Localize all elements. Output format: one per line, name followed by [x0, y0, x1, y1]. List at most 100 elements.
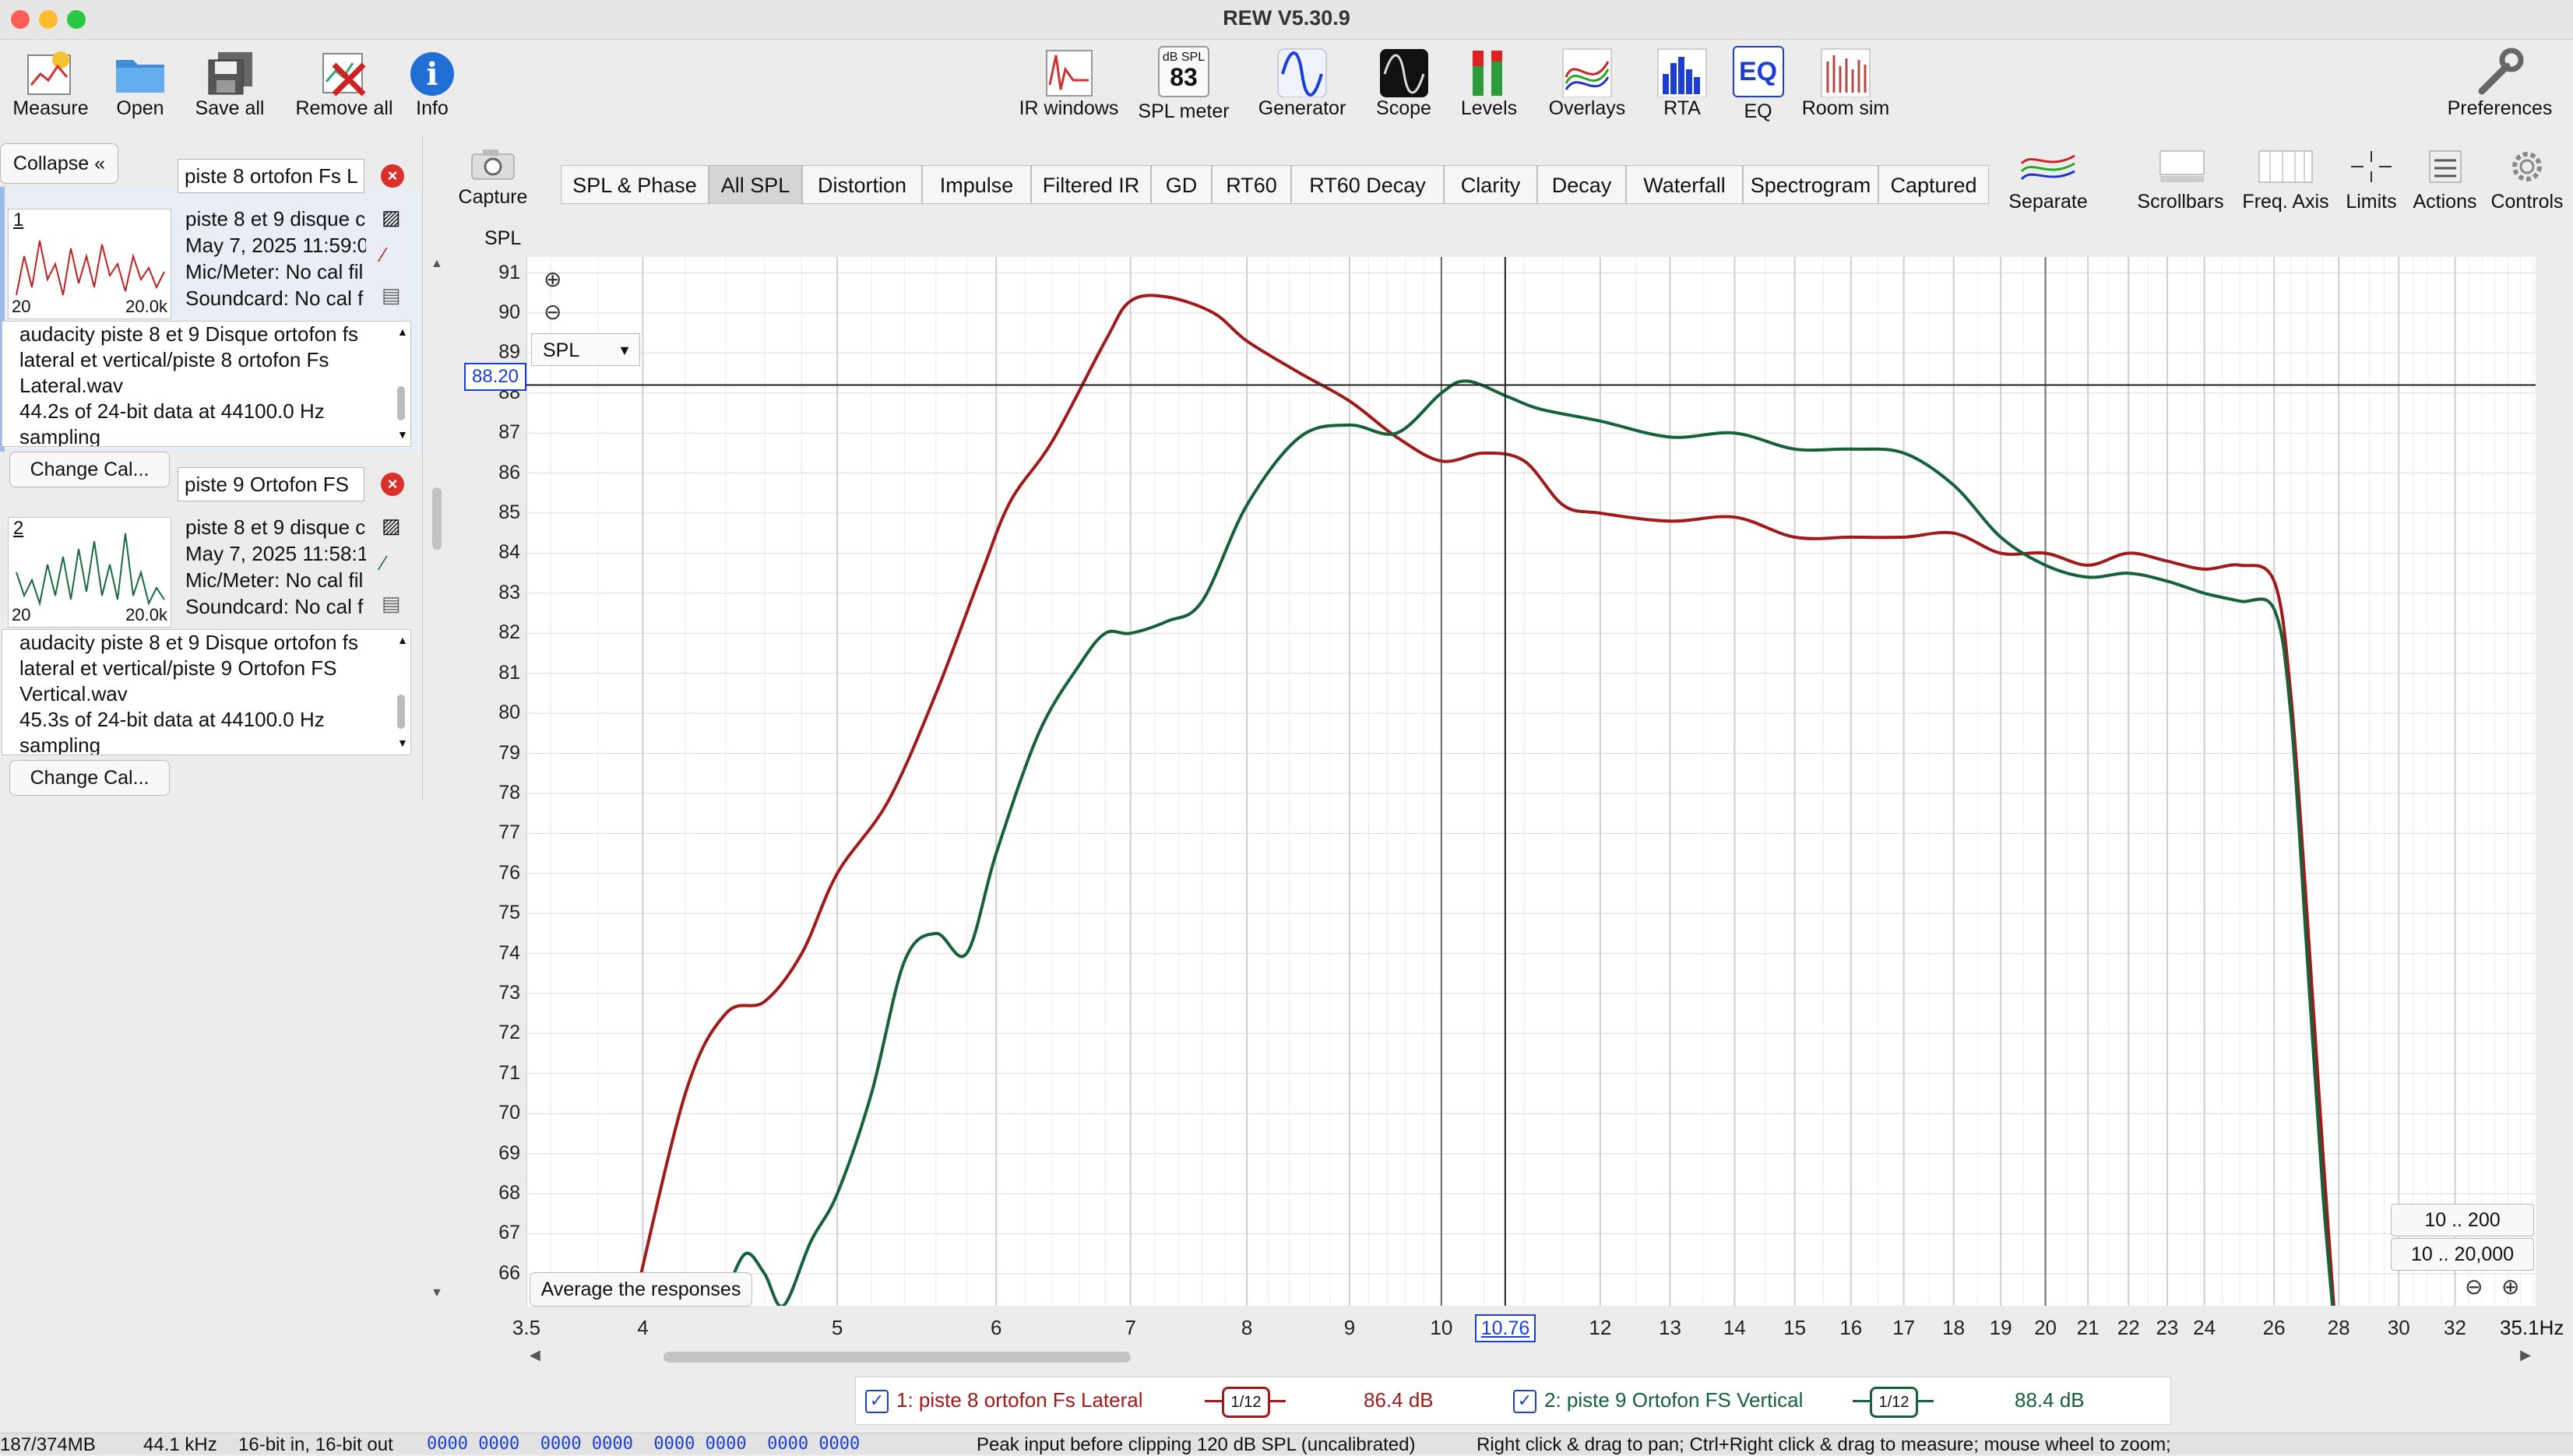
scope-button[interactable]: Scope	[1367, 46, 1441, 120]
zoom-in-icon[interactable]: ⊕	[544, 266, 561, 292]
measurement-2-color-icon[interactable]: ▨	[382, 514, 401, 538]
measurement-2-name-field[interactable]: piste 9 Ortofon FS	[178, 467, 364, 501]
measurement-1-pen-icon[interactable]: ⁄	[382, 243, 385, 267]
spl-graph[interactable]	[526, 257, 2536, 1306]
overlays-button[interactable]: Overlays	[1540, 46, 1634, 120]
limits-icon	[2351, 151, 2392, 182]
measurement-1-change-cal-button[interactable]: Change Cal...	[9, 452, 170, 487]
x-tick-label: 30	[2387, 1316, 2410, 1339]
measurement-1-thumbnail[interactable]: 1 20 20.0k	[8, 209, 171, 319]
x-tick-label: 32	[2444, 1316, 2466, 1339]
rta-icon	[1657, 48, 1707, 97]
y-axis-selector[interactable]: SPL ▼	[531, 333, 640, 366]
main-toolbar: Measure Open Save all Remove all i Info …	[0, 40, 2573, 133]
gear-icon	[2512, 152, 2542, 181]
ir-windows-button[interactable]: IR windows	[1012, 46, 1125, 120]
range-10-20000-button[interactable]: 10 .. 20,000	[2391, 1238, 2534, 1271]
collapse-button[interactable]: Collapse «	[0, 143, 118, 184]
x-tick-label: 21	[2076, 1316, 2100, 1339]
generator-button[interactable]: Generator	[1251, 46, 1353, 120]
y-tick-label: 82	[498, 621, 520, 644]
y-tick-label: 73	[498, 981, 520, 1004]
rta-button[interactable]: RTA	[1651, 46, 1713, 120]
tab-clarity[interactable]: Clarity	[1444, 165, 1537, 204]
tab-filtered-ir[interactable]: Filtered IR	[1031, 165, 1151, 204]
preferences-button[interactable]: Preferences	[2437, 46, 2562, 120]
series-1-checkbox[interactable]: ✓	[865, 1390, 889, 1413]
spl-meter-button[interactable]: dB SPL 83 SPL meter	[1133, 46, 1234, 123]
series-1-smoothing[interactable]: 1/12	[1205, 1384, 1286, 1418]
remove-all-button[interactable]: Remove all	[290, 46, 399, 120]
measurement-1-remove-icon[interactable]: ×	[381, 164, 404, 188]
series-2-checkbox[interactable]: ✓	[1513, 1390, 1536, 1413]
tab-impulse[interactable]: Impulse	[922, 165, 1031, 204]
tab-waterfall[interactable]: Waterfall	[1626, 165, 1743, 204]
measurement-2-thumbnail[interactable]: 2 20 20.0k	[8, 517, 171, 628]
y-tick-label: 86	[498, 461, 520, 484]
tab-gd[interactable]: GD	[1151, 165, 1212, 204]
plot-horizontal-scrollbar[interactable]: ◀ ▶	[530, 1347, 2531, 1367]
panel-scrollbar[interactable]: ▲ ▼	[428, 257, 445, 1308]
y-tick-label: 85	[498, 501, 520, 524]
tab-rt60[interactable]: RT60	[1212, 165, 1291, 204]
separate-button[interactable]: Separate	[1998, 148, 2099, 213]
room-sim-button[interactable]: Room sim	[1795, 46, 1896, 120]
spl-graph-canvas[interactable]	[526, 257, 2536, 1306]
x-tick-label: 9	[1343, 1316, 1356, 1339]
scrollbars-button[interactable]: Scrollbars	[2130, 148, 2231, 213]
bit-readout-status: 0000 0000 0000 0000 0000 0000 0000 0000	[427, 1434, 861, 1454]
measurement-2-change-cal-button[interactable]: Change Cal...	[9, 760, 170, 796]
limits-button[interactable]: Limits	[2336, 148, 2406, 213]
series-2-curve[interactable]	[724, 379, 2339, 1306]
y-tick-label: 79	[498, 741, 520, 764]
tab-captured[interactable]: Captured	[1878, 165, 1989, 204]
actions-button[interactable]: Actions	[2408, 148, 2482, 213]
double-chevron-left-icon: «	[94, 153, 106, 174]
tab-all-spl[interactable]: All SPL	[709, 165, 802, 204]
y-tick-label: 68	[498, 1182, 520, 1205]
x-tick-label: 4	[637, 1316, 649, 1339]
info-button[interactable]: i Info	[405, 46, 459, 120]
x-tick-label: 10	[1430, 1316, 1453, 1339]
capture-button[interactable]: Capture	[458, 146, 528, 209]
tab-spl-phase[interactable]: SPL & Phase	[561, 165, 709, 204]
x-tick-label: 24	[2193, 1316, 2216, 1339]
x-zoom-out-icon[interactable]: ⊖	[2465, 1274, 2483, 1299]
hint-status: Right click & drag to pan; Ctrl+Right cl…	[1477, 1434, 2171, 1455]
x-zoom-in-icon[interactable]: ⊕	[2501, 1274, 2519, 1299]
y-tick-label: 77	[498, 821, 520, 844]
save-all-button[interactable]: Save all	[187, 46, 273, 120]
series-2-smoothing[interactable]: 1/12	[1853, 1384, 1934, 1418]
range-10-200-button[interactable]: 10 .. 200	[2391, 1204, 2534, 1236]
tab-decay[interactable]: Decay	[1537, 165, 1626, 204]
x-tick-label: 6	[990, 1316, 1002, 1339]
measurement-2-notes-icon[interactable]: ▤	[382, 592, 401, 616]
measurement-1-name-field[interactable]: piste 8 ortofon Fs L	[178, 159, 364, 193]
y-tick-label: 83	[498, 581, 520, 603]
tab-spectrogram[interactable]: Spectrogram	[1743, 165, 1878, 204]
measurement-1-notes: audacity piste 8 et 9 Disque ortofon fs …	[2, 321, 411, 447]
measure-button[interactable]: Measure	[8, 46, 93, 120]
measurement-2-notes-scrollbar[interactable]: ▲ ▼	[394, 634, 408, 751]
tab-distortion[interactable]: Distortion	[802, 165, 922, 204]
y-tick-label: 91	[498, 261, 520, 283]
measurement-2-pen-icon[interactable]: ⁄	[382, 551, 385, 575]
measurement-2-remove-icon[interactable]: ×	[381, 473, 404, 496]
y-axis-unit: SPL	[484, 227, 522, 249]
tab-rt60-decay[interactable]: RT60 Decay	[1291, 165, 1444, 204]
zoom-out-icon[interactable]: ⊖	[544, 299, 561, 325]
measurement-1-notes-icon[interactable]: ▤	[382, 283, 401, 308]
series-1-curve[interactable]	[632, 294, 2339, 1306]
open-button[interactable]: Open	[105, 46, 175, 120]
eq-button[interactable]: EQ EQ	[1729, 46, 1787, 123]
measurement-1-notes-scrollbar[interactable]: ▲ ▼	[394, 325, 408, 442]
freq-axis-button[interactable]: Freq. Axis	[2235, 148, 2336, 213]
y-tick-label: 81	[498, 661, 520, 684]
x-tick-label: 3.5	[512, 1316, 541, 1339]
controls-button[interactable]: Controls	[2484, 148, 2570, 213]
average-responses-button[interactable]: Average the responses	[530, 1272, 752, 1307]
x-tick-label: 18	[1942, 1316, 1966, 1339]
measurement-1-color-icon[interactable]: ▨	[382, 206, 401, 230]
levels-button[interactable]: Levels	[1450, 46, 1528, 120]
y-tick-label: 76	[498, 861, 520, 884]
